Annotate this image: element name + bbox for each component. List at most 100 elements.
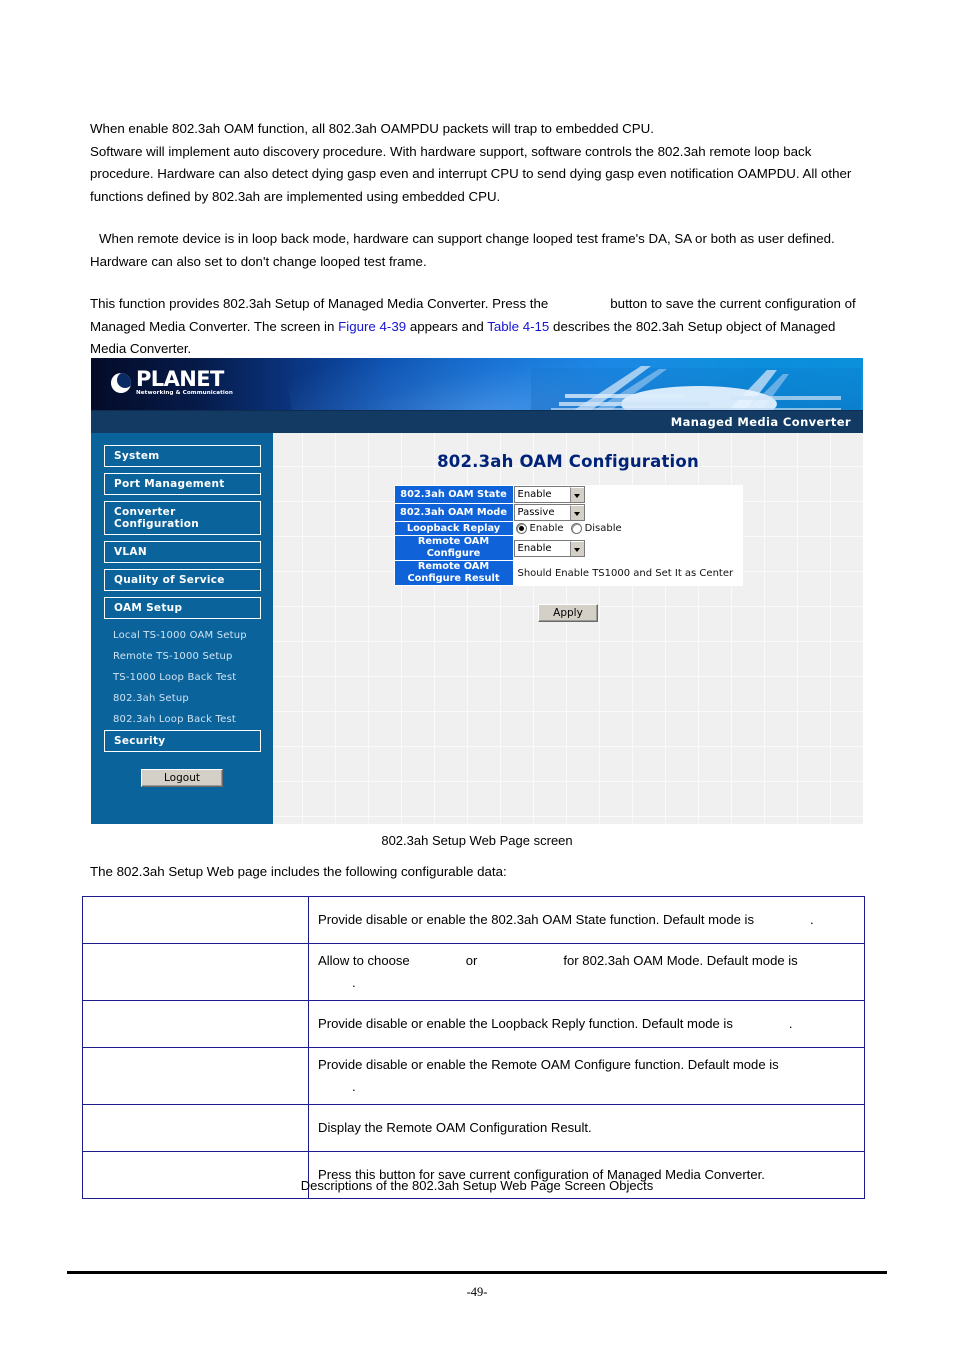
table-link[interactable]: Table 4-15 [487,319,549,334]
planet-logo: PLANET Networking & Communication [111,369,233,397]
label-remote-oam-configure-result-line2: Configure Result [407,573,500,584]
label-remote-oam-configure-result-line1: Remote OAM [417,561,490,572]
loopback-replay-radio-group: Enable Disable [514,522,742,535]
remote-oam-configure-select-value: Enable [517,542,552,554]
table-row-oam-state: 802.3ah OAM State Enable [393,485,743,504]
loopback-replay-radio-enable[interactable]: Enable [515,523,564,534]
oam-state-select[interactable]: Enable [513,486,585,503]
ui-body: System Port Management Converter Configu… [91,433,863,824]
description-text-b: for 802.3ah OAM Mode. Default mode is [563,953,798,968]
sidebar-item-port-management[interactable]: Port Management [104,473,261,495]
label-loopback-replay: Loopback Replay [393,521,514,536]
sidebar-subitem-local-ts1000-oam-setup[interactable]: Local TS-1000 OAM Setup [91,625,273,646]
label-remote-oam-configure-line2: Configure [426,548,481,559]
value-8023ah-oam-state: Enable [512,485,743,504]
table-row: Allow to choose or for 802.3ah OAM Mode. D… [82,943,865,1001]
sidebar-item-quality-of-service[interactable]: Quality of Service [104,569,261,591]
table-caption: Descriptions of the 802.3ah Setup Web Pa… [300,1178,654,1193]
sidebar-subitem-remote-ts1000-setup[interactable]: Remote TS-1000 Setup [91,646,273,667]
description-text-mid: or [465,953,478,968]
table-row: Provide disable or enable the Remote OAM… [82,1047,865,1105]
chevron-down-icon[interactable] [569,505,584,520]
sidebar-subitem-8023ah-setup[interactable]: 802.3ah Setup [91,688,273,709]
figure-caption: 802.3ah Setup Web Page screen [381,833,573,848]
oam-mode-select[interactable]: Passive [513,504,585,521]
description-cell: Provide disable or enable the Loopback R… [308,1000,865,1048]
apply-button-container: Apply [273,603,863,622]
description-text-b: . [788,1016,793,1031]
loopback-replay-enable-label: Enable [529,523,564,534]
sidebar-item-security[interactable]: Security [104,730,261,752]
description-text-a: Allow to choose [318,953,410,968]
sidebar-item-system[interactable]: System [104,445,261,467]
description-cell: Display the Remote OAM Configuration Res… [308,1104,865,1152]
description-cell: Provide disable or enable the 802.3ah OA… [308,896,865,944]
remote-oam-configure-select[interactable]: Enable [513,539,585,557]
loopback-replay-radio-disable[interactable]: Disable [570,523,622,534]
ui-product-bar: Managed Media Converter [91,410,863,433]
planet-logo-text: PLANET Networking & Communication [136,369,233,397]
chevron-down-icon[interactable] [569,487,584,502]
value-remote-oam-configure: Enable [512,535,743,561]
remote-oam-configure-result-text: Should Enable TS1000 and Set It as Cente… [517,567,734,579]
description-text-c: . [352,975,356,990]
sidebar-item-vlan[interactable]: VLAN [104,541,261,563]
banner-bridge-artwork [531,366,861,410]
sidebar-item-oam-setup[interactable]: OAM Setup [104,597,261,619]
value-loopback-replay: Enable Disable [512,521,743,536]
figure-web-ui-screenshot: PLANET Networking & Communication Manage… [91,358,863,824]
object-name-cell [82,1104,309,1152]
planet-logo-name: PLANET [136,367,224,391]
chevron-down-icon[interactable] [569,540,584,556]
paragraph-1: When enable 802.3ah OAM function, all 80… [90,118,870,208]
paragraph-2: When remote device is in loop back mode,… [90,228,870,273]
table-row: Provide disable or enable the Loopback R… [82,1000,865,1048]
sidebar-subitem-ts1000-loop-back-test[interactable]: TS-1000 Loop Back Test [91,667,273,688]
description-text-a: Provide disable or enable the 802.3ah OA… [318,912,754,927]
ui-main-content: 802.3ah OAM Configuration 802.3ah OAM St… [273,433,863,824]
ui-sidebar: System Port Management Converter Configu… [91,433,273,824]
value-8023ah-oam-mode: Passive [512,503,743,522]
paragraph-3: This function provides 802.3ah Setup of … [90,293,870,361]
figure-link[interactable]: Figure 4-39 [338,319,406,334]
sidebar-subitem-8023ah-loop-back-test[interactable]: 802.3ah Loop Back Test [91,709,273,730]
value-remote-oam-configure-result: Should Enable TS1000 and Set It as Cente… [512,560,743,586]
object-name-cell [82,1047,309,1105]
page-number: -49- [466,1285,488,1299]
oam-configuration-table: 802.3ah OAM State Enable 802.3ah OAM Mod… [393,485,743,586]
planet-logo-tagline: Networking & Communication [136,390,233,396]
document-body: When enable 802.3ah OAM function, all 80… [90,118,870,361]
description-cell: Provide disable or enable the Remote OAM… [308,1047,865,1105]
label-8023ah-oam-state: 802.3ah OAM State [393,485,514,504]
logout-button[interactable]: Logout [141,769,223,787]
table-row-oam-mode: 802.3ah OAM Mode Passive [393,503,743,522]
table-row-remote-oam-configure-result: Remote OAM Configure Result Should Enabl… [393,560,743,586]
label-remote-oam-configure-result: Remote OAM Configure Result [393,560,514,586]
paragraph-1-rest: Software will implement auto discovery p… [90,143,852,204]
planet-logo-icon [111,372,131,393]
table-row-loopback-replay: Loopback Replay Enable Disable [393,521,743,536]
ui-banner: PLANET Networking & Communication [91,358,863,410]
description-text-b: . [352,1079,356,1094]
table-row-remote-oam-configure: Remote OAM Configure Enable [393,535,743,561]
paragraph-2-text: When remote device is in loop back mode,… [90,231,835,269]
paragraph-3-part-c: appears and [409,318,484,334]
table-lead-in-text: The 802.3ah Setup Web page includes the … [90,864,507,879]
sidebar-item-converter-configuration[interactable]: Converter Configuration [104,501,261,535]
oam-state-select-value: Enable [517,489,552,500]
table-row: Display the Remote OAM Configuration Res… [82,1104,865,1152]
descriptions-table: Provide disable or enable the 802.3ah OA… [82,896,865,1199]
object-name-cell [82,896,309,944]
oam-mode-select-value: Passive [517,507,555,518]
description-text-b: . [810,912,814,927]
paragraph-3-part-a: This function provides 802.3ah Setup of … [90,296,549,311]
label-remote-oam-configure: Remote OAM Configure [393,535,514,561]
radio-unselected-icon[interactable] [570,523,582,534]
object-name-cell [82,1000,309,1048]
label-8023ah-oam-mode: 802.3ah OAM Mode [393,503,514,522]
label-remote-oam-configure-line1: Remote OAM [417,536,490,547]
apply-button[interactable]: Apply [538,604,598,622]
radio-selected-icon[interactable] [515,523,527,534]
description-cell: Allow to choose or for 802.3ah OAM Mode. D… [308,943,865,1001]
ui-page-title: 802.3ah OAM Configuration [437,452,699,471]
